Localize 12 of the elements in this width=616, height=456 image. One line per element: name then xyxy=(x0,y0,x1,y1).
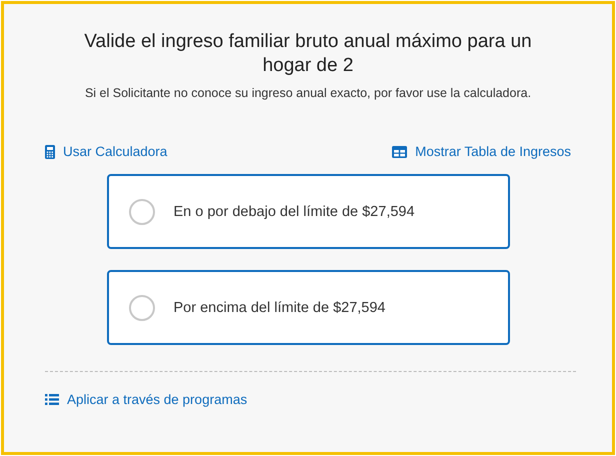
heading: Valide el ingreso familiar bruto anual máximo para un hogar de 2 xyxy=(83,30,533,78)
link[interactable]: Mostrar Tabla de Ingresos xyxy=(392,144,571,159)
option-card[interactable]: Por encima del límite de $27,594 xyxy=(106,270,510,345)
table-icon xyxy=(392,146,408,158)
radio-button[interactable] xyxy=(128,198,154,224)
radio-button[interactable] xyxy=(128,294,154,320)
link[interactable]: Aplicar a través de programas xyxy=(42,392,248,407)
instruction-text: Si el Solicitante no conoce su ingreso anual exacto, por favor use la calculadora. xyxy=(84,86,532,100)
list-icon xyxy=(45,394,59,405)
option-card[interactable]: En o por debajo del límite de $27,594 xyxy=(106,174,510,249)
calculator-icon xyxy=(45,144,55,158)
link[interactable]: Usar Calculadora xyxy=(45,144,168,159)
